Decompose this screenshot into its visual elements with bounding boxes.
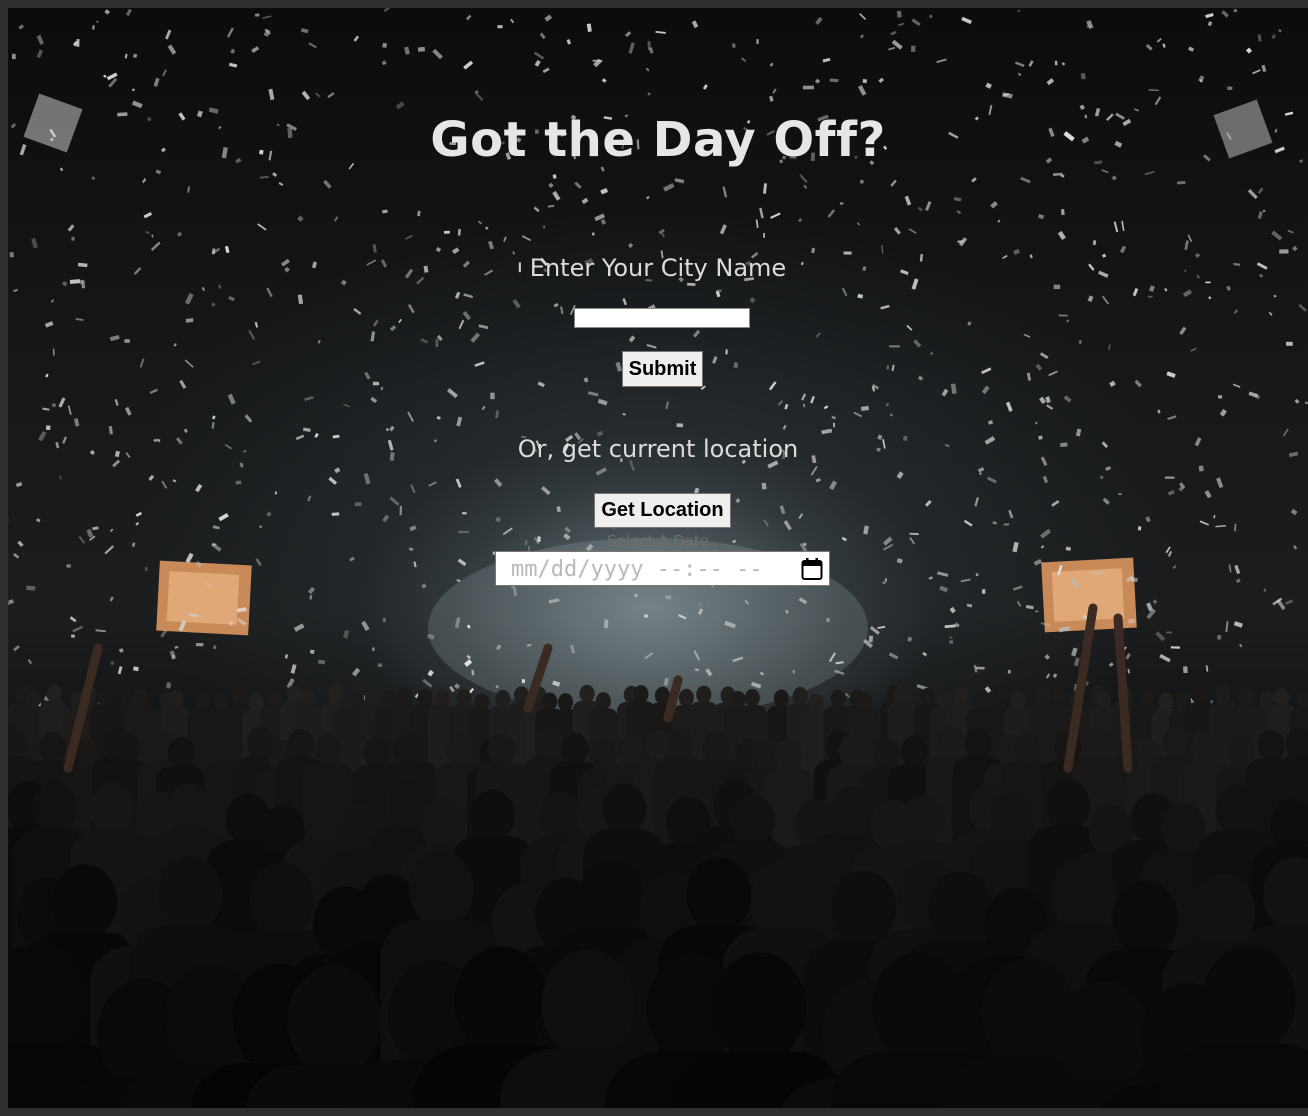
location-label: Or, get current location — [517, 435, 799, 463]
datetime-input[interactable]: mm/dd/yyyy --:-- -- — [495, 551, 830, 586]
submit-button[interactable]: Submit — [622, 351, 703, 387]
page-title: Got the Day Off? — [430, 112, 886, 168]
get-location-button[interactable]: Get Location — [594, 493, 731, 528]
page-frame: Got the Day Off? Enter Your City Name Su… — [8, 8, 1308, 1108]
city-label: Enter Your City Name — [529, 254, 787, 282]
date-label: Select A Date — [607, 532, 709, 550]
calendar-icon[interactable] — [801, 557, 823, 581]
datetime-placeholder: mm/dd/yyyy --:-- -- — [511, 557, 763, 582]
city-input[interactable] — [574, 308, 750, 328]
